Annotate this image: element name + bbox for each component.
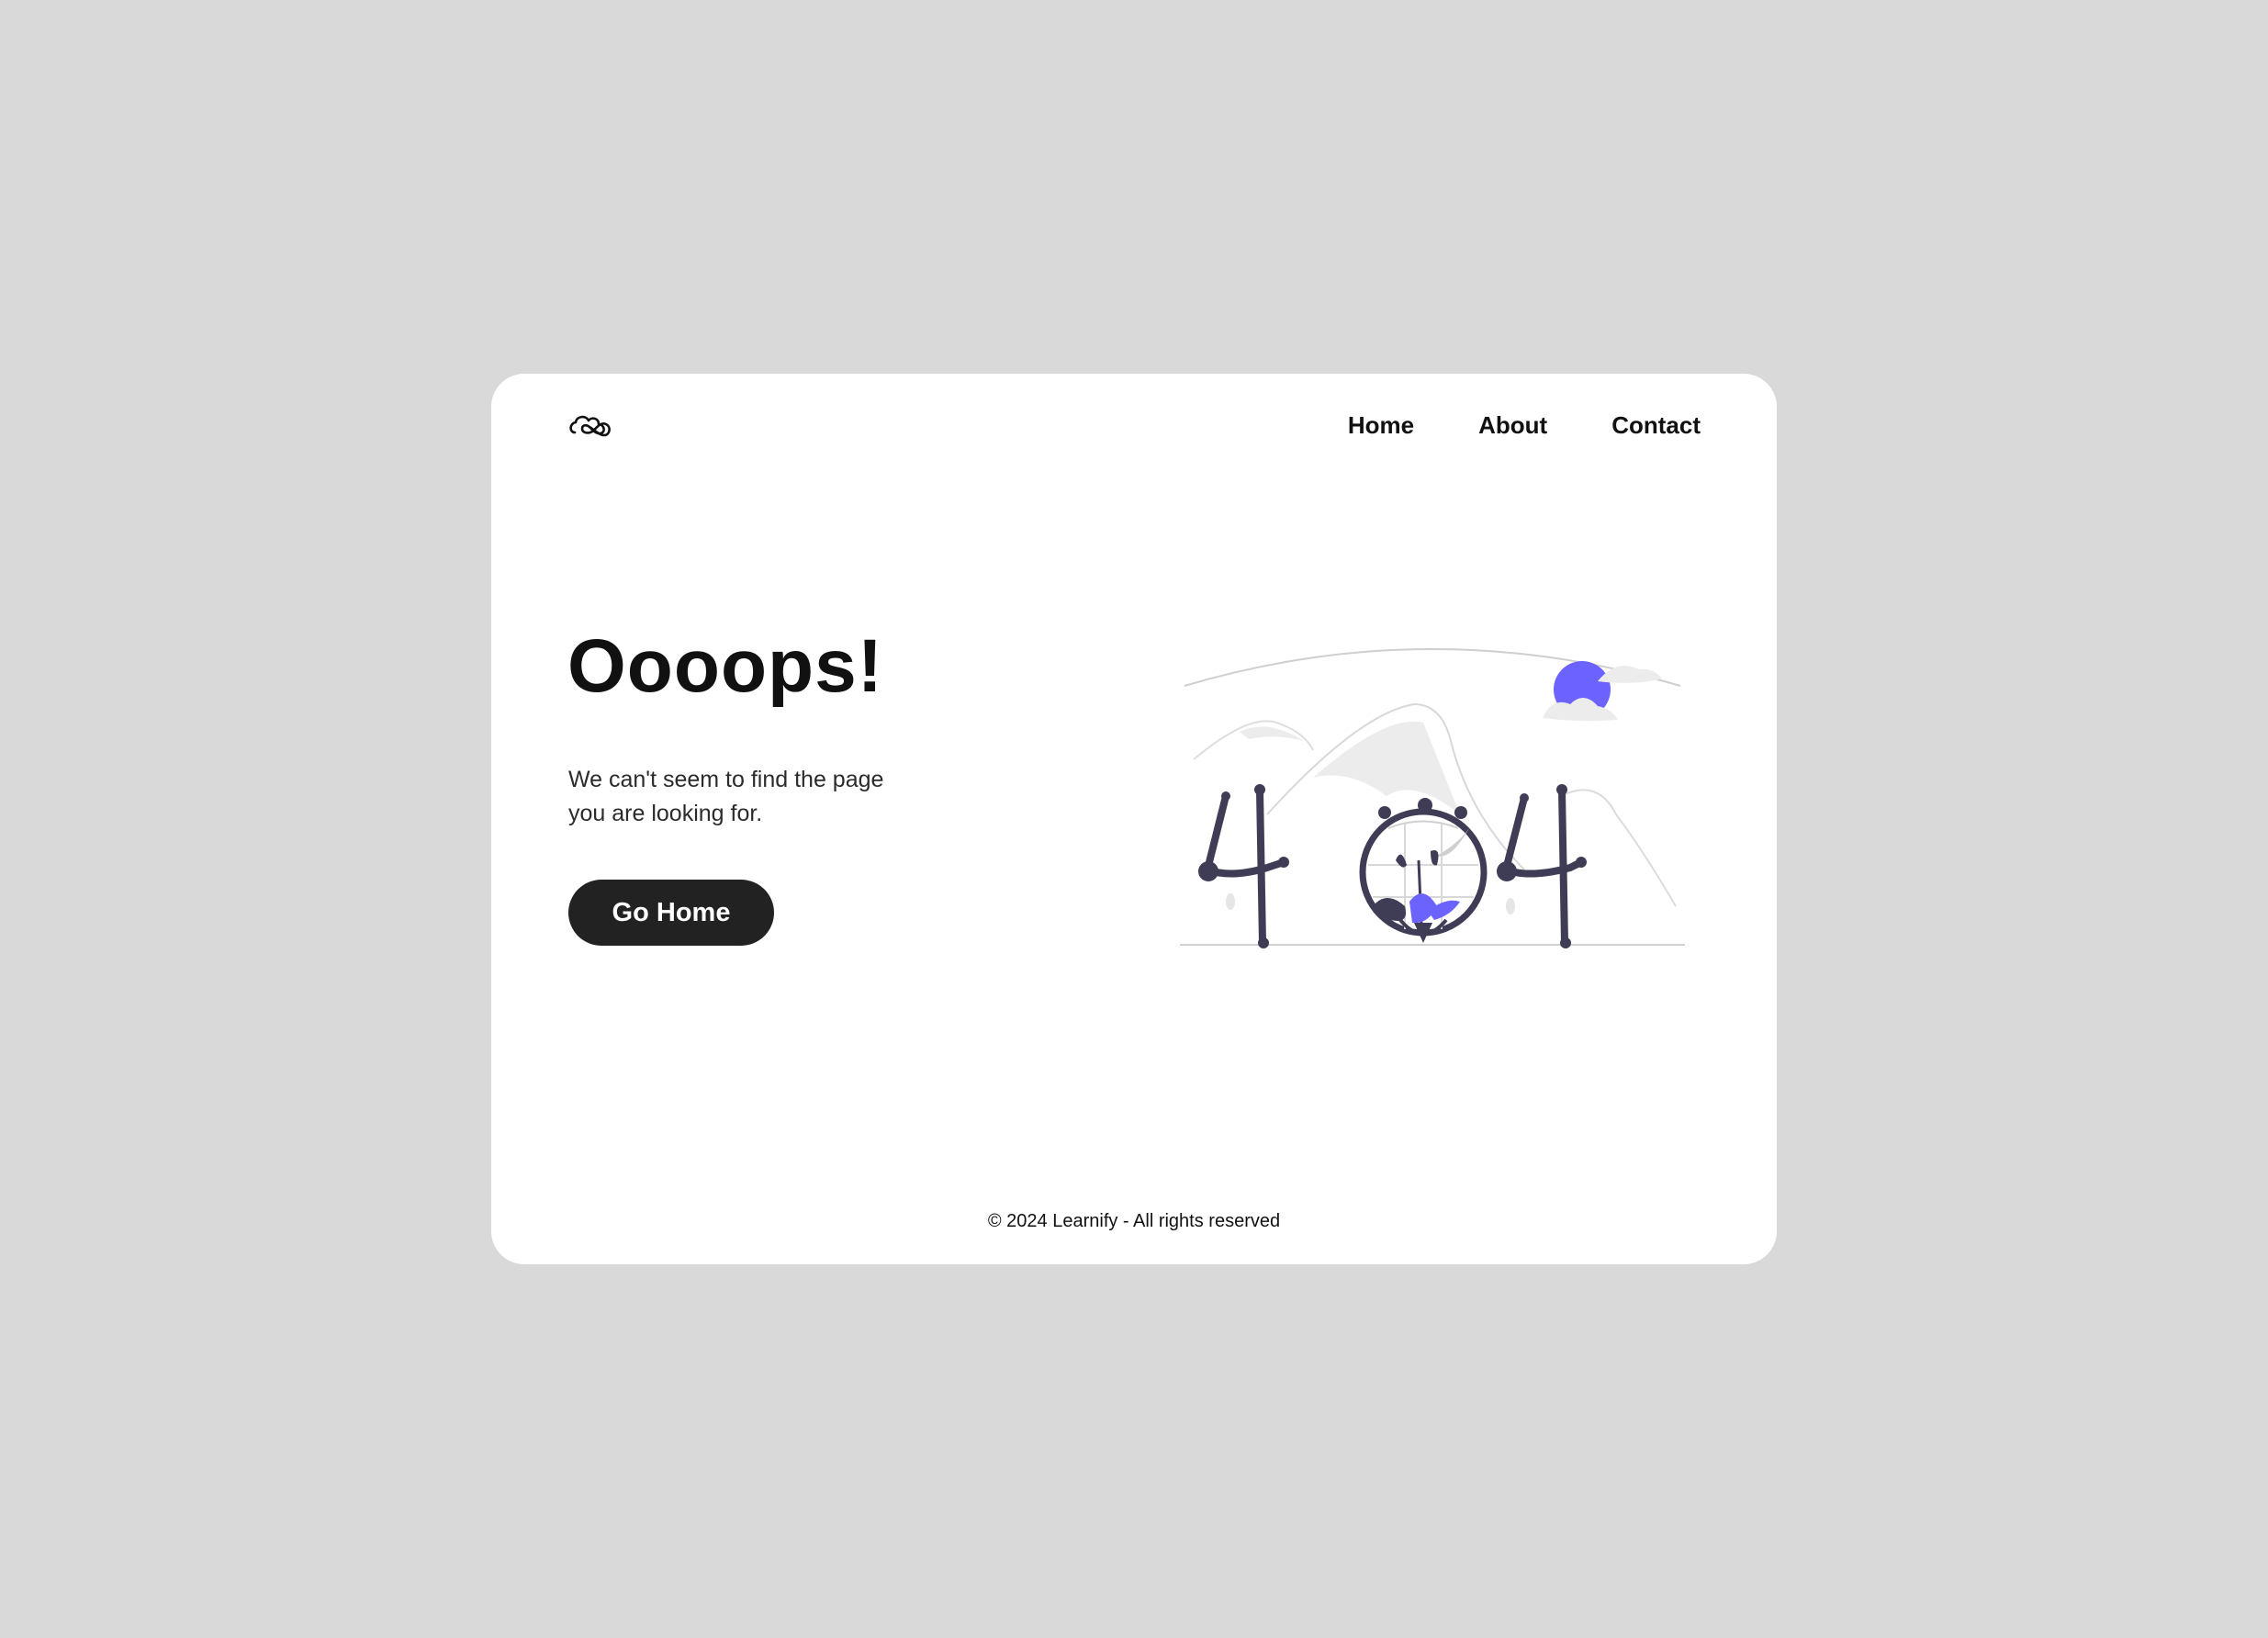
error-message: We can't seem to find the page you are l… (568, 763, 936, 831)
footer-copyright: © 2024 Learnify - All rights reserved (987, 1211, 1281, 1231)
nav-contact-link[interactable]: Contact (1611, 411, 1701, 440)
nav-about-link[interactable]: About (1478, 411, 1547, 440)
404-illustration (1175, 631, 1708, 980)
page-title: Oooops! (567, 624, 884, 708)
cloud-knot-logo-icon[interactable] (567, 401, 615, 449)
error-message-line1: We can't seem to find the page (568, 767, 884, 792)
error-message-line2: you are looking for. (568, 801, 763, 826)
nav-home-link[interactable]: Home (1348, 411, 1414, 440)
page-card: Home About Contact Oooops! We can't seem… (491, 374, 1777, 1264)
go-home-button[interactable]: Go Home (568, 880, 774, 946)
main-nav: Home About Contact (1348, 401, 1701, 449)
